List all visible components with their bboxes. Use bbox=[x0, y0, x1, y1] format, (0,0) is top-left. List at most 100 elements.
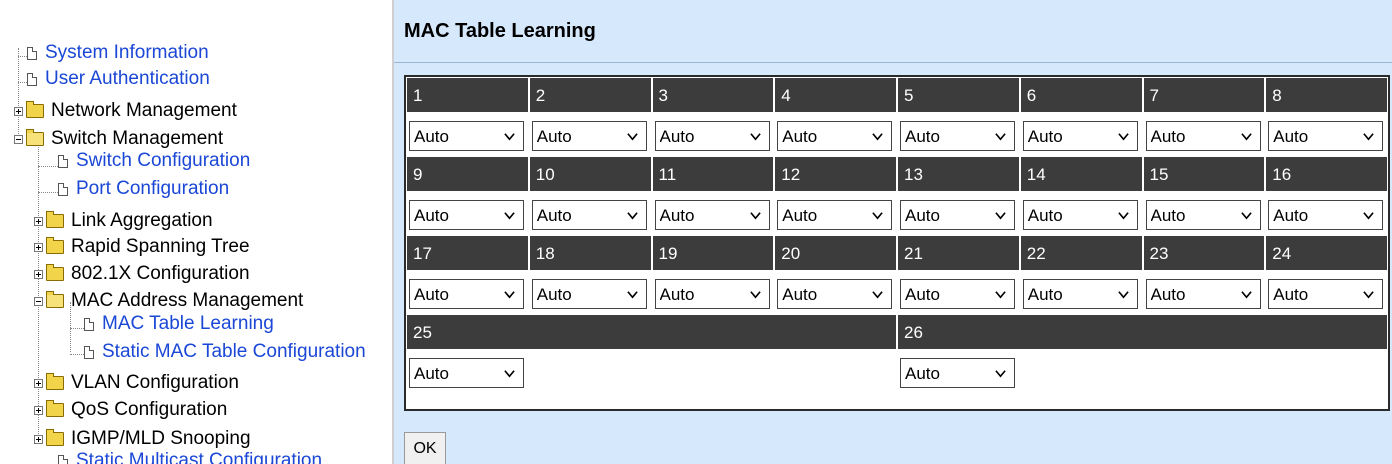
learning-mode-select[interactable]: Auto bbox=[409, 358, 524, 388]
page-icon bbox=[84, 345, 94, 359]
port-cell: Auto bbox=[651, 273, 775, 313]
nav-folder-link-aggregation[interactable]: Link Aggregation bbox=[34, 210, 213, 232]
port-header: 9 bbox=[406, 156, 529, 192]
port-header: 1 bbox=[406, 77, 529, 113]
learning-mode-select[interactable]: Auto bbox=[409, 200, 524, 230]
port-cell: Auto bbox=[1019, 273, 1143, 313]
nav-item-switch-configuration[interactable]: Switch Configuration bbox=[58, 150, 250, 172]
collapse-icon[interactable] bbox=[34, 296, 43, 306]
port-cell: Auto bbox=[406, 352, 897, 392]
learning-mode-select[interactable]: Auto bbox=[1268, 121, 1384, 151]
page-icon bbox=[84, 317, 94, 331]
learning-mode-select[interactable]: Auto bbox=[1022, 121, 1138, 151]
nav-item-label[interactable]: Link Aggregation bbox=[71, 210, 213, 232]
learning-mode-select[interactable]: Auto bbox=[900, 279, 1015, 309]
learning-mode-select[interactable]: Auto bbox=[1022, 200, 1138, 230]
learning-mode-select[interactable]: Auto bbox=[900, 358, 1015, 388]
nav-item-label[interactable]: User Authentication bbox=[45, 68, 210, 90]
nav-item-label[interactable]: System Information bbox=[45, 42, 209, 64]
learning-mode-select[interactable]: Auto bbox=[777, 121, 893, 151]
expand-icon[interactable] bbox=[34, 269, 43, 279]
learning-mode-select[interactable]: Auto bbox=[777, 200, 893, 230]
tree-connector bbox=[70, 328, 84, 329]
folder-icon bbox=[46, 237, 64, 254]
learning-mode-select[interactable]: Auto bbox=[1268, 279, 1384, 309]
tree-connector bbox=[18, 56, 27, 57]
port-cell: Auto bbox=[1019, 194, 1143, 234]
port-header: 23 bbox=[1142, 235, 1266, 271]
learning-mode-select[interactable]: Auto bbox=[654, 279, 770, 309]
nav-item-label[interactable]: Static MAC Table Configuration bbox=[102, 341, 366, 363]
learning-mode-select[interactable]: Auto bbox=[654, 200, 770, 230]
folder-open-icon bbox=[26, 129, 44, 146]
nav-folder-switch-management[interactable]: Switch Management bbox=[14, 128, 223, 150]
port-cell: Auto bbox=[528, 273, 652, 313]
nav-item-user-authentication[interactable]: User Authentication bbox=[27, 68, 210, 90]
nav-item-label[interactable]: MAC Address Management bbox=[71, 290, 303, 312]
learning-mode-select[interactable]: Auto bbox=[409, 279, 524, 309]
expand-icon[interactable] bbox=[34, 378, 43, 388]
nav-item-label[interactable]: VLAN Configuration bbox=[71, 372, 239, 394]
nav-folder-mac-address-management[interactable]: MAC Address Management bbox=[34, 290, 303, 312]
nav-item-system-information[interactable]: System Information bbox=[27, 42, 209, 64]
expand-icon[interactable] bbox=[14, 106, 23, 116]
learning-mode-select[interactable]: Auto bbox=[531, 279, 647, 309]
learning-mode-select[interactable]: Auto bbox=[1145, 121, 1261, 151]
tree-connector bbox=[70, 354, 84, 355]
expand-icon[interactable] bbox=[34, 216, 43, 226]
nav-item-static-multicast-configuration[interactable]: Static Multicast Configuration bbox=[58, 450, 322, 464]
title-divider bbox=[394, 62, 1392, 63]
learning-mode-select[interactable]: Auto bbox=[777, 279, 893, 309]
port-header: 7 bbox=[1142, 77, 1266, 113]
nav-item-label[interactable]: Switch Management bbox=[51, 128, 223, 150]
port-header: 20 bbox=[774, 235, 897, 271]
port-cell: Auto bbox=[406, 273, 529, 313]
learning-mode-select[interactable]: Auto bbox=[1268, 200, 1384, 230]
folder-icon bbox=[46, 400, 64, 417]
nav-item-label[interactable]: Static Multicast Configuration bbox=[76, 450, 322, 464]
learning-mode-select[interactable]: Auto bbox=[1145, 279, 1261, 309]
expand-icon[interactable] bbox=[34, 434, 43, 444]
learning-mode-select[interactable]: Auto bbox=[409, 121, 524, 151]
nav-item-static-mac-table-configuration[interactable]: Static MAC Table Configuration bbox=[84, 341, 366, 363]
nav-item-label[interactable]: MAC Table Learning bbox=[102, 313, 274, 335]
page-icon bbox=[58, 182, 68, 196]
collapse-icon[interactable] bbox=[14, 134, 23, 144]
nav-item-label[interactable]: Rapid Spanning Tree bbox=[71, 236, 250, 258]
port-cell: Auto bbox=[774, 273, 897, 313]
learning-mode-select[interactable]: Auto bbox=[1145, 200, 1261, 230]
nav-item-label[interactable]: Port Configuration bbox=[76, 178, 229, 200]
page-icon bbox=[27, 46, 37, 60]
learning-mode-select[interactable]: Auto bbox=[1022, 279, 1138, 309]
learning-mode-select[interactable]: Auto bbox=[900, 121, 1015, 151]
learning-mode-select[interactable]: Auto bbox=[900, 200, 1015, 230]
folder-icon bbox=[46, 429, 64, 446]
port-cell: Auto bbox=[528, 115, 652, 155]
nav-item-mac-table-learning[interactable]: MAC Table Learning bbox=[84, 313, 274, 335]
port-cell: Auto bbox=[897, 194, 1020, 234]
nav-folder-igmp-mld-snooping[interactable]: IGMP/MLD Snooping bbox=[34, 428, 251, 450]
nav-item-label[interactable]: QoS Configuration bbox=[71, 399, 227, 421]
port-header: 5 bbox=[897, 77, 1020, 113]
nav-item-port-configuration[interactable]: Port Configuration bbox=[58, 178, 229, 200]
nav-item-label[interactable]: 802.1X Configuration bbox=[71, 263, 250, 285]
port-cell: Auto bbox=[1265, 115, 1388, 155]
nav-folder-vlan-configuration[interactable]: VLAN Configuration bbox=[34, 372, 239, 394]
nav-folder-network-management[interactable]: Network Management bbox=[14, 100, 237, 122]
learning-mode-select[interactable]: Auto bbox=[531, 200, 647, 230]
nav-folder-rapid-spanning-tree[interactable]: Rapid Spanning Tree bbox=[34, 236, 250, 258]
ok-button[interactable]: OK bbox=[404, 432, 446, 464]
expand-icon[interactable] bbox=[34, 242, 43, 252]
learning-mode-select[interactable]: Auto bbox=[531, 121, 647, 151]
port-header: 26 bbox=[897, 314, 1388, 350]
port-cell: Auto bbox=[1142, 273, 1266, 313]
expand-icon[interactable] bbox=[34, 405, 43, 415]
nav-folder-qos-configuration[interactable]: QoS Configuration bbox=[34, 399, 227, 421]
nav-item-label[interactable]: Network Management bbox=[51, 100, 237, 122]
page-title: MAC Table Learning bbox=[404, 20, 596, 42]
nav-item-label[interactable]: Switch Configuration bbox=[76, 150, 250, 172]
nav-folder-8021x-configuration[interactable]: 802.1X Configuration bbox=[34, 263, 250, 285]
nav-item-label[interactable]: IGMP/MLD Snooping bbox=[71, 428, 251, 450]
learning-mode-select[interactable]: Auto bbox=[654, 121, 770, 151]
port-cell: Auto bbox=[1142, 115, 1266, 155]
